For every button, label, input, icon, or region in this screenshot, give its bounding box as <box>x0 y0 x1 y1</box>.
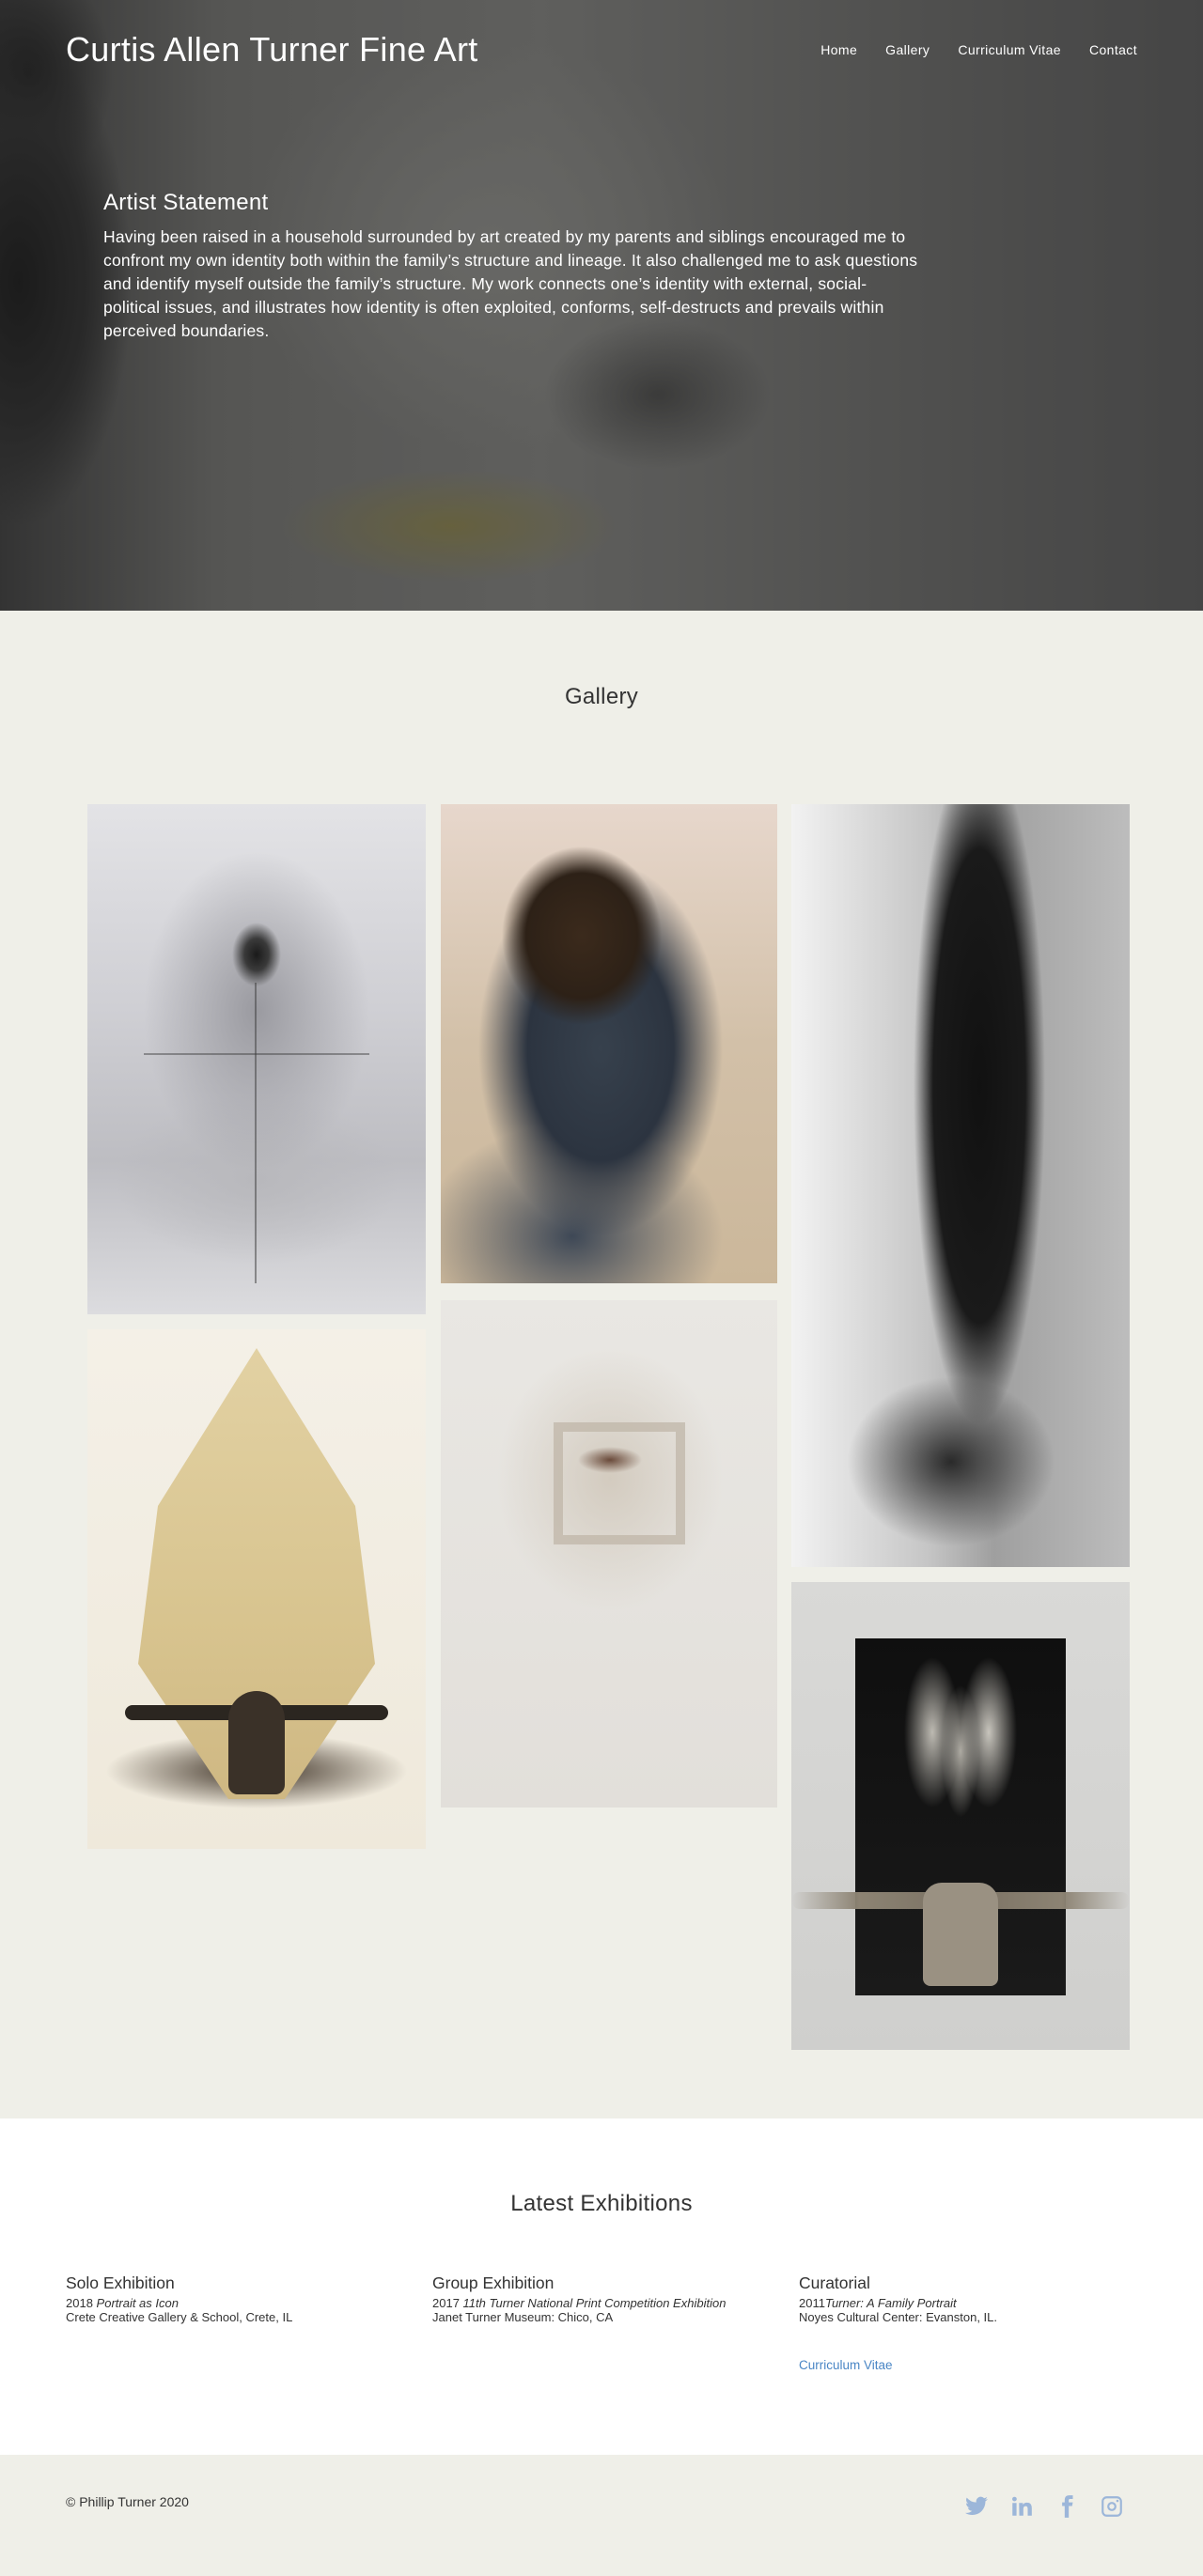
gallery-artwork-tall-hair-portrait[interactable] <box>791 804 1130 1567</box>
gallery-artwork-leaf-figure[interactable] <box>87 1329 426 1849</box>
nav-item-gallery[interactable]: Gallery <box>885 42 930 57</box>
curriculum-vitae-link[interactable]: Curriculum Vitae <box>799 2358 893 2372</box>
artist-statement-heading: Artist Statement <box>103 190 269 215</box>
twitter-icon[interactable] <box>964 2494 989 2519</box>
group-exhibition-title: Group Exhibition <box>432 2273 555 2292</box>
curatorial-entry: 2011Turner: A Family Portrait <box>799 2296 1128 2310</box>
solo-exhibition-year: 2018 <box>66 2296 97 2310</box>
site-footer: © Phillip Turner 2020 <box>0 2455 1203 2576</box>
gallery-artwork-framed-face[interactable] <box>441 1300 777 1808</box>
group-exhibition-venue: Janet Turner Museum: Chico, CA <box>432 2310 614 2324</box>
group-exhibition-year: 2017 <box>432 2296 463 2310</box>
solo-exhibition-column: Solo Exhibition 2018 Portrait as Icon Cr… <box>66 2273 395 2324</box>
group-exhibition-entry: 2017 11th Turner National Print Competit… <box>432 2296 761 2310</box>
nav-item-home[interactable]: Home <box>820 42 857 57</box>
gallery-artwork-profile-portrait[interactable] <box>441 804 777 1283</box>
artist-statement: Artist Statement Having been raised in a… <box>103 190 921 343</box>
curatorial-work: Turner: A Family Portrait <box>824 2296 957 2310</box>
linkedin-icon[interactable] <box>1009 2494 1034 2519</box>
group-exhibition-column: Group Exhibition 2017 11th Turner Nation… <box>432 2273 761 2324</box>
main-nav: Home Gallery Curriculum Vitae Contact <box>820 42 1137 57</box>
exhibitions-section: Latest Exhibitions Solo Exhibition 2018 … <box>0 2118 1203 2455</box>
curatorial-column: Curatorial 2011Turner: A Family Portrait… <box>799 2273 1128 2372</box>
site-header: Curtis Allen Turner Fine Art Home Galler… <box>66 30 1137 70</box>
figure-torso <box>228 1691 285 1794</box>
group-exhibition-work: 11th Turner National Print Competition E… <box>462 2296 726 2310</box>
solo-exhibition-work: Portrait as Icon <box>96 2296 179 2310</box>
solo-exhibition-venue: Crete Creative Gallery & School, Crete, … <box>66 2310 293 2324</box>
facebook-icon[interactable] <box>1055 2494 1079 2519</box>
gallery-section: Gallery <box>0 611 1203 2118</box>
artist-statement-body: Having been raised in a household surrou… <box>103 227 918 340</box>
social-links <box>964 2494 1124 2519</box>
figure-chest <box>923 1883 998 1986</box>
copyright-text: © Phillip Turner 2020 <box>66 2494 189 2509</box>
solo-exhibition-entry: 2018 Portrait as Icon <box>66 2296 395 2310</box>
gallery-heading: Gallery <box>564 684 639 709</box>
curatorial-venue: Noyes Cultural Center: Evanston, IL. <box>799 2310 997 2324</box>
hero-section: Curtis Allen Turner Fine Art Home Galler… <box>0 0 1203 611</box>
site-title[interactable]: Curtis Allen Turner Fine Art <box>66 30 478 70</box>
nav-item-curriculum-vitae[interactable]: Curriculum Vitae <box>958 42 1061 57</box>
exhibitions-heading: Latest Exhibitions <box>510 2191 693 2216</box>
solo-exhibition-title: Solo Exhibition <box>66 2273 175 2292</box>
curatorial-title: Curatorial <box>799 2273 870 2292</box>
curatorial-year: 2011 <box>799 2296 825 2310</box>
nav-item-contact[interactable]: Contact <box>1089 42 1137 57</box>
instagram-icon[interactable] <box>1100 2494 1124 2519</box>
plant-shape <box>895 1657 1026 1845</box>
gallery-artwork-abstract-gray[interactable] <box>87 804 426 1314</box>
gallery-artwork-plant-figure[interactable] <box>791 1582 1130 2050</box>
